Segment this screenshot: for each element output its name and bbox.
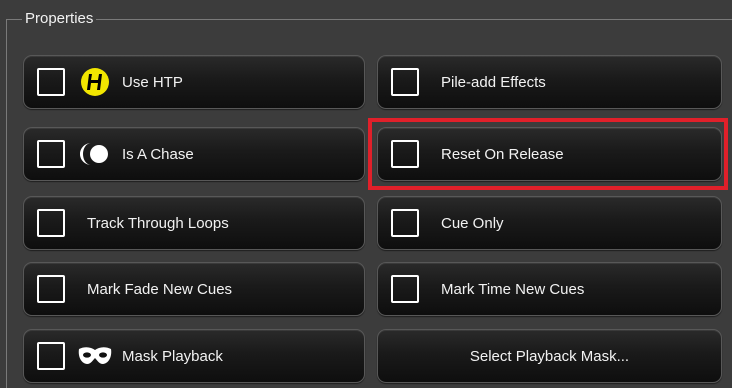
- group-border-top: [6, 19, 732, 20]
- pile-add-effects-label: Pile-add Effects: [441, 73, 546, 91]
- cue-only-button[interactable]: Cue Only: [377, 196, 722, 250]
- mask-playback-button[interactable]: Mask Playback: [23, 329, 365, 383]
- is-a-chase-label: Is A Chase: [122, 145, 194, 163]
- track-through-loops-button[interactable]: Track Through Loops: [23, 196, 365, 250]
- cue-only-checkbox[interactable]: [391, 209, 419, 237]
- track-through-loops-checkbox[interactable]: [37, 209, 65, 237]
- reset-on-release-checkbox[interactable]: [391, 140, 419, 168]
- chase-icon: [77, 139, 113, 169]
- group-border-left: [6, 19, 7, 388]
- reset-on-release-button[interactable]: Reset On Release: [377, 127, 722, 181]
- htp-icon: [77, 67, 113, 97]
- mask-playback-checkbox[interactable]: [37, 342, 65, 370]
- mark-fade-new-cues-checkbox[interactable]: [37, 275, 65, 303]
- cue-only-label: Cue Only: [441, 214, 504, 232]
- mark-time-new-cues-label: Mark Time New Cues: [441, 280, 585, 298]
- use-htp-label: Use HTP: [122, 73, 183, 91]
- is-a-chase-checkbox[interactable]: [37, 140, 65, 168]
- properties-panel: Properties Use HTP Pile-add Effects Is A…: [0, 0, 732, 388]
- use-htp-checkbox[interactable]: [37, 68, 65, 96]
- pile-add-effects-checkbox[interactable]: [391, 68, 419, 96]
- mark-time-new-cues-button[interactable]: Mark Time New Cues: [377, 262, 722, 316]
- group-title: Properties: [22, 10, 97, 28]
- mark-time-new-cues-checkbox[interactable]: [391, 275, 419, 303]
- mask-icon: [77, 341, 113, 371]
- pile-add-effects-button[interactable]: Pile-add Effects: [377, 55, 722, 109]
- use-htp-button[interactable]: Use HTP: [23, 55, 365, 109]
- reset-on-release-label: Reset On Release: [441, 145, 564, 163]
- select-playback-mask-label: Select Playback Mask...: [469, 347, 630, 365]
- mark-fade-new-cues-label: Mark Fade New Cues: [87, 280, 233, 298]
- track-through-loops-label: Track Through Loops: [87, 214, 229, 232]
- mask-playback-label: Mask Playback: [122, 347, 223, 365]
- select-playback-mask-button[interactable]: Select Playback Mask...: [377, 329, 722, 383]
- is-a-chase-button[interactable]: Is A Chase: [23, 127, 365, 181]
- mark-fade-new-cues-button[interactable]: Mark Fade New Cues: [23, 262, 365, 316]
